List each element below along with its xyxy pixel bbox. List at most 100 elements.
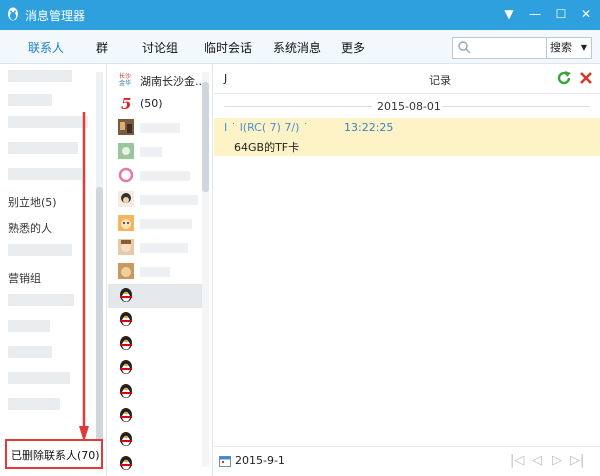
group-item[interactable] xyxy=(8,346,52,358)
penguin-avatar-icon xyxy=(120,288,132,302)
calendar-icon[interactable] xyxy=(219,455,231,467)
search-box xyxy=(452,37,547,59)
group-item[interactable] xyxy=(8,398,60,410)
group-list-scrollbar[interactable] xyxy=(96,72,103,467)
first-page-icon[interactable]: |◁ xyxy=(510,453,524,468)
contact-name-redacted xyxy=(140,195,198,205)
next-page-icon[interactable]: ▷ xyxy=(552,453,562,468)
footer-date[interactable]: 2015-9-1 xyxy=(235,454,285,467)
penguin-avatar-icon xyxy=(120,360,132,374)
message-panel: J 记录 2015-08-01 I ˙ l(RC( 7) 7/) ˙ 13:22… xyxy=(214,64,600,476)
contact-row[interactable] xyxy=(108,404,205,428)
contact-list-scrollbar[interactable] xyxy=(202,72,209,467)
contact-row[interactable] xyxy=(108,308,205,332)
chat-partner-name: J xyxy=(224,72,228,85)
contact-row-selected[interactable] xyxy=(108,284,205,308)
logo-avatar-icon: 长沙 金华 xyxy=(118,71,134,87)
scrollbar-thumb[interactable] xyxy=(202,82,209,192)
contact-row[interactable] xyxy=(108,332,205,356)
qq-penguin-icon xyxy=(8,7,18,21)
maximize-button[interactable]: ☐ xyxy=(550,4,572,24)
group-item[interactable] xyxy=(8,116,88,128)
group-item[interactable] xyxy=(8,70,72,82)
svg-text:金华: 金华 xyxy=(119,79,131,87)
group-list: 别立地(5) 熟悉的人 营销组 xyxy=(0,64,107,476)
penguin-avatar-icon xyxy=(120,432,132,446)
group-item[interactable] xyxy=(8,320,50,332)
record-title: 记录 xyxy=(429,74,451,87)
contact-row[interactable] xyxy=(108,428,205,452)
group-item[interactable]: 别立地(5) xyxy=(8,194,57,210)
tab-more[interactable]: 更多 xyxy=(341,39,365,56)
photo-avatar-icon xyxy=(118,167,134,183)
message-item[interactable]: I ˙ l(RC( 7) 7/) ˙ 13:22:25 64GB的TF卡 xyxy=(214,118,600,156)
contact-name-redacted xyxy=(140,171,190,181)
deleted-contacts-label: 已删除联系人(70) xyxy=(11,449,100,462)
tab-contacts[interactable]: 联系人 xyxy=(28,39,64,56)
search-dropdown-icon[interactable]: ▼ xyxy=(581,38,587,58)
svg-text:5: 5 xyxy=(121,95,131,111)
divider xyxy=(442,106,590,107)
contact-name: (50) xyxy=(140,97,163,110)
previous-page-icon[interactable]: ◁ xyxy=(532,453,542,468)
penguin-avatar-icon xyxy=(120,408,132,422)
contact-name-redacted xyxy=(140,267,170,277)
photo-avatar-icon xyxy=(118,191,134,207)
minimize-button[interactable]: — xyxy=(524,4,546,24)
message-header: J 记录 xyxy=(214,64,600,94)
contact-name-redacted xyxy=(140,219,192,229)
search-icon xyxy=(458,41,471,54)
tab-temp-chat[interactable]: 临时会话 xyxy=(204,39,252,56)
close-button[interactable]: ✕ xyxy=(575,4,597,24)
window-title: 消息管理器 xyxy=(25,9,86,23)
group-item[interactable] xyxy=(8,244,72,256)
contact-list: 长沙 金华 湖南长沙金... 5 (50) xyxy=(108,64,213,476)
search-input[interactable] xyxy=(475,40,543,56)
group-item[interactable] xyxy=(8,142,78,154)
search-button-label: 搜索 xyxy=(550,41,572,54)
message-body: 64GB的TF卡 xyxy=(234,141,300,154)
contact-row[interactable] xyxy=(108,140,205,164)
title-bar: 消息管理器 ▼ — ☐ ✕ xyxy=(0,0,600,30)
message-footer: 2015-9-1 |◁ ◁ ▷ ▷| xyxy=(214,446,600,476)
contact-row[interactable] xyxy=(108,380,205,404)
scrollbar-thumb[interactable] xyxy=(96,187,103,447)
contact-row[interactable] xyxy=(108,188,205,212)
group-item[interactable]: 营销组 xyxy=(8,270,41,286)
photo-avatar-icon xyxy=(118,215,134,231)
contact-row[interactable]: 5 (50) xyxy=(108,92,205,116)
tab-groups[interactable]: 群 xyxy=(96,39,108,56)
group-item[interactable]: 熟悉的人 xyxy=(8,220,52,236)
contact-row[interactable] xyxy=(108,452,205,476)
group-item[interactable] xyxy=(8,372,70,384)
last-page-icon[interactable]: ▷| xyxy=(570,453,584,468)
delete-icon[interactable] xyxy=(578,70,594,86)
group-item[interactable] xyxy=(8,94,52,106)
dropdown-icon[interactable]: ▼ xyxy=(498,4,520,24)
svg-text:长沙: 长沙 xyxy=(119,72,131,80)
group-item[interactable] xyxy=(8,294,74,306)
contact-row[interactable] xyxy=(108,356,205,380)
penguin-avatar-icon xyxy=(120,312,132,326)
contact-row[interactable] xyxy=(108,212,205,236)
deleted-contacts-group[interactable]: 已删除联系人(70) xyxy=(5,439,103,469)
tab-discussion[interactable]: 讨论组 xyxy=(142,39,178,56)
photo-avatar-icon xyxy=(118,119,134,135)
refresh-icon[interactable] xyxy=(556,70,572,86)
contact-row[interactable] xyxy=(108,164,205,188)
contact-row[interactable] xyxy=(108,260,205,284)
contact-row[interactable] xyxy=(108,116,205,140)
search-button[interactable]: 搜索 ▼ xyxy=(547,37,592,59)
divider xyxy=(224,106,372,107)
tab-system-messages[interactable]: 系统消息 xyxy=(273,39,321,56)
contact-name-redacted xyxy=(140,123,180,133)
contact-name-redacted xyxy=(140,243,188,253)
group-item[interactable] xyxy=(8,168,82,180)
penguin-avatar-icon xyxy=(120,456,132,470)
contact-name: 湖南长沙金... xyxy=(140,75,206,88)
contact-row[interactable] xyxy=(108,236,205,260)
penguin-avatar-icon xyxy=(120,336,132,350)
photo-avatar-icon xyxy=(118,143,134,159)
message-sender: I ˙ l(RC( 7) 7/) ˙ xyxy=(224,121,309,134)
contact-row[interactable]: 长沙 金华 湖南长沙金... xyxy=(108,68,206,92)
